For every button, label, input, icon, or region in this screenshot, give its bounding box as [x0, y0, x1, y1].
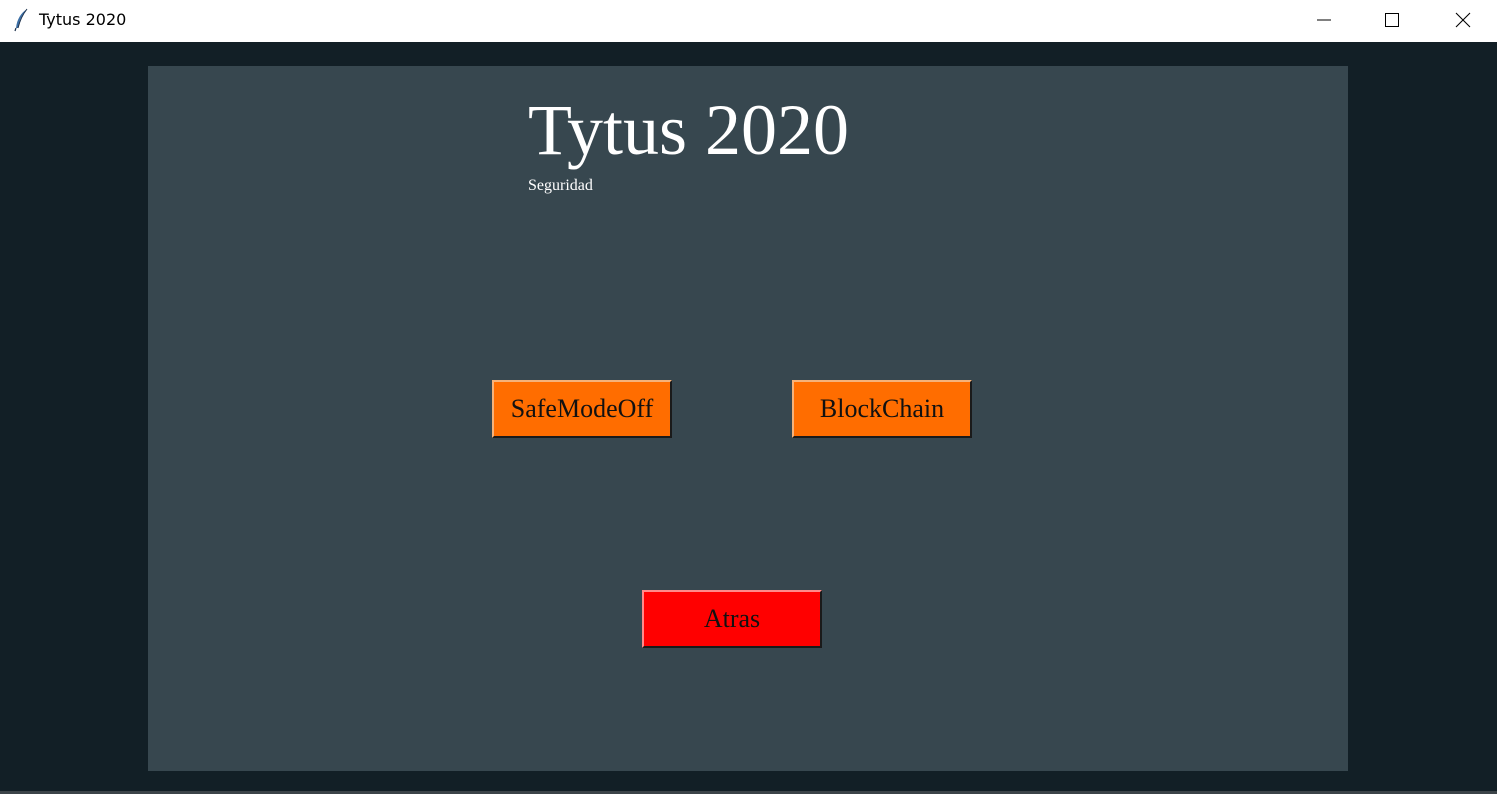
minimize-icon — [1317, 19, 1331, 21]
app-title: Tytus 2020 — [528, 90, 849, 170]
blockchain-button[interactable]: BlockChain — [792, 380, 972, 438]
section-subtitle: Seguridad — [528, 177, 593, 194]
close-icon — [1455, 12, 1471, 28]
maximize-icon — [1385, 13, 1399, 27]
window-title: Tytus 2020 — [39, 10, 127, 29]
minimize-button[interactable] — [1301, 0, 1347, 40]
close-button[interactable] — [1440, 0, 1486, 40]
title-bar[interactable]: Tytus 2020 — [0, 0, 1497, 42]
window-body: Tytus 2020 Seguridad SafeModeOff BlockCh… — [0, 42, 1497, 791]
safe-mode-off-button[interactable]: SafeModeOff — [492, 380, 672, 438]
maximize-button[interactable] — [1369, 0, 1415, 40]
app-window: Tytus 2020 Tytus 2020 Seguridad SafeMode… — [0, 0, 1497, 794]
feather-icon — [12, 8, 32, 32]
main-panel: Tytus 2020 Seguridad SafeModeOff BlockCh… — [148, 66, 1348, 771]
back-button[interactable]: Atras — [642, 590, 822, 648]
